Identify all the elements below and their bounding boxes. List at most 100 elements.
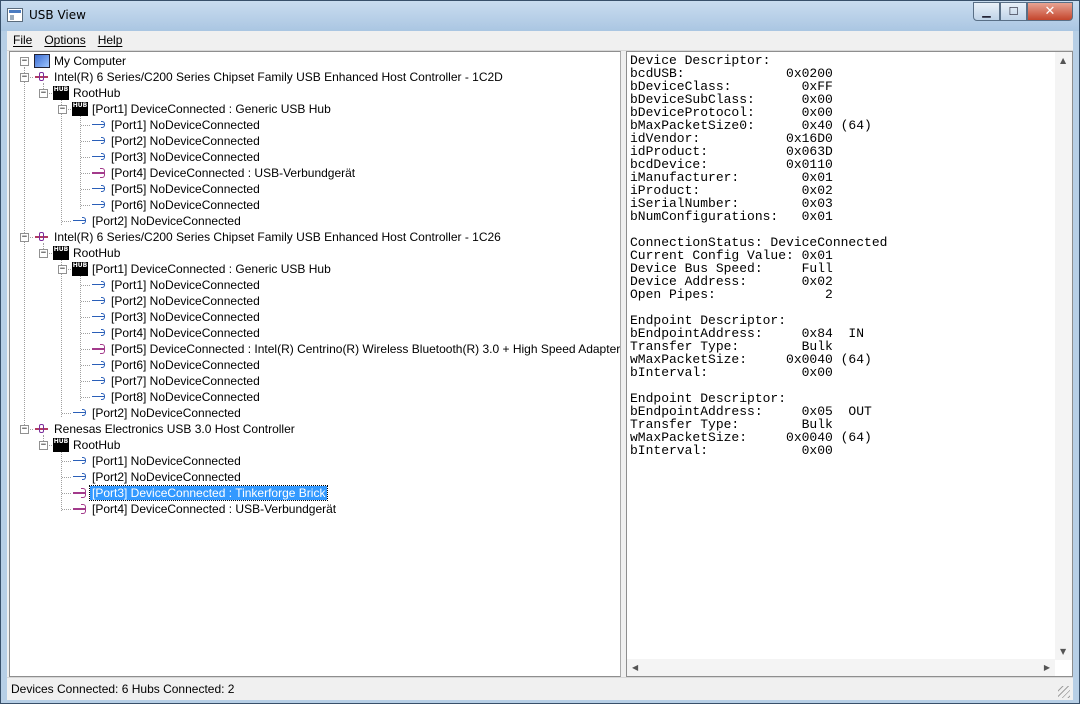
scroll-up-icon[interactable]: ▲ (1060, 56, 1066, 65)
tree-node[interactable]: [Port3] NoDeviceConnected (91, 309, 262, 325)
usb-device-icon (72, 502, 88, 516)
collapse-toggle[interactable]: − (58, 265, 67, 274)
tree-guide-line (81, 125, 90, 126)
collapse-toggle[interactable]: − (39, 89, 48, 98)
status-text: Devices Connected: 6 Hubs Connected: 2 (11, 682, 235, 696)
tree-node-label: [Port4] NoDeviceConnected (111, 326, 260, 340)
tree-node-label: [Port2] NoDeviceConnected (92, 470, 241, 484)
usb-port-icon (72, 470, 88, 484)
tree-node[interactable]: [Port5] DeviceConnected : Intel(R) Centr… (91, 341, 621, 357)
computer-icon (34, 54, 50, 68)
tree-guide-line (81, 349, 90, 350)
tree-node-label: [Port8] NoDeviceConnected (111, 390, 260, 404)
collapse-toggle[interactable]: − (20, 57, 29, 66)
scroll-down-icon[interactable]: ▼ (1060, 647, 1066, 656)
tree-node[interactable]: HUB [Port1] DeviceConnected : Generic USB… (72, 261, 333, 277)
collapse-toggle[interactable]: − (20, 73, 29, 82)
tree-node[interactable]: HUB RootHub (53, 437, 122, 453)
tree-node[interactable]: HUB RootHub (53, 245, 122, 261)
hub-icon: HUB (53, 86, 69, 100)
tree-node-label: [Port2] NoDeviceConnected (111, 134, 260, 148)
tree-node[interactable]: [Port6] NoDeviceConnected (91, 197, 262, 213)
hub-icon: HUB (72, 262, 88, 276)
tree-node-label: RootHub (73, 438, 121, 452)
tree-node[interactable]: [Port4] DeviceConnected : USB-Verbundger… (91, 165, 357, 181)
tree-node[interactable]: [Port8] NoDeviceConnected (91, 389, 262, 405)
maximize-button[interactable]: ☐ (1000, 2, 1027, 21)
app-icon (7, 8, 23, 22)
usb-port-icon (91, 134, 107, 148)
tree-node-label: [Port4] DeviceConnected : USB-Verbundger… (92, 502, 337, 516)
controller-icon (34, 230, 50, 244)
tree-node-label: [Port2] NoDeviceConnected (92, 406, 241, 420)
tree-node-label: [Port1] NoDeviceConnected (92, 454, 241, 468)
resize-grip-icon[interactable] (1058, 686, 1070, 698)
tree-node-label: [Port2] NoDeviceConnected (111, 294, 260, 308)
menu-options[interactable]: Options (38, 31, 91, 50)
collapse-toggle[interactable]: − (39, 441, 48, 450)
tree-node[interactable]: [Port7] NoDeviceConnected (91, 373, 262, 389)
tree-root-my-computer[interactable]: My Computer (34, 53, 128, 69)
maximize-icon: ☐ (1008, 5, 1019, 18)
menu-help[interactable]: Help (92, 31, 129, 50)
tree-guide-line (81, 173, 90, 174)
tree-guide-line (81, 317, 90, 318)
collapse-toggle[interactable]: − (58, 105, 67, 114)
tree-node[interactable]: [Port5] NoDeviceConnected (91, 181, 262, 197)
tree-guide-line (61, 99, 62, 225)
tree-guide-line (62, 509, 71, 510)
tree-node[interactable]: [Port2] NoDeviceConnected (72, 213, 243, 229)
close-button[interactable]: ✕ (1027, 2, 1073, 21)
tree-guide-line (62, 221, 71, 222)
tree-node[interactable]: HUB [Port1] DeviceConnected : Generic USB… (72, 101, 333, 117)
tree-node[interactable]: [Port4] NoDeviceConnected (91, 325, 262, 341)
scroll-right-icon[interactable]: ▶ (1044, 663, 1050, 672)
menu-file[interactable]: File (7, 31, 38, 50)
tree-node[interactable]: [Port2] NoDeviceConnected (91, 293, 262, 309)
tree-guide-line (81, 397, 90, 398)
title-bar[interactable]: USB View ▁ ☐ ✕ (1, 1, 1079, 31)
tree-node[interactable]: Renesas Electronics USB 3.0 Host Control… (34, 421, 297, 437)
usb-port-icon (91, 374, 107, 388)
tree-node[interactable]: Intel(R) 6 Series/C200 Series Chipset Fa… (34, 69, 505, 85)
hub-icon: HUB (53, 438, 69, 452)
tree-node[interactable]: [Port1] NoDeviceConnected (91, 117, 262, 133)
tree-node-label: [Port5] DeviceConnected : Intel(R) Centr… (111, 342, 621, 356)
usb-device-icon (91, 342, 107, 356)
tree-node-label: [Port6] NoDeviceConnected (111, 198, 260, 212)
tree-node[interactable]: [Port2] NoDeviceConnected (72, 405, 243, 421)
detail-pane[interactable]: Device Descriptor: bcdUSB: 0x0200 bDevic… (626, 51, 1073, 677)
horizontal-scrollbar[interactable]: ◀ ▶ (627, 659, 1055, 676)
usb-port-icon (91, 150, 107, 164)
minimize-icon: ▁ (982, 5, 991, 18)
tree-node-label: [Port3] NoDeviceConnected (111, 150, 260, 164)
tree-node[interactable]: [Port2] NoDeviceConnected (91, 133, 262, 149)
tree-node-label: Renesas Electronics USB 3.0 Host Control… (54, 422, 295, 436)
tree-node[interactable]: [Port3] NoDeviceConnected (91, 149, 262, 165)
tree-node[interactable]: [Port2] NoDeviceConnected (72, 469, 243, 485)
status-bar: Devices Connected: 6 Hubs Connected: 2 (7, 677, 1073, 700)
usb-port-icon (91, 390, 107, 404)
minimize-button[interactable]: ▁ (973, 2, 1000, 21)
usb-port-icon (72, 214, 88, 228)
collapse-toggle[interactable]: − (20, 425, 29, 434)
scroll-left-icon[interactable]: ◀ (632, 663, 638, 672)
tree-node[interactable]: [Port1] NoDeviceConnected (72, 453, 243, 469)
usb-port-icon (91, 198, 107, 212)
tree-node[interactable]: [Port3] DeviceConnected : Tinkerforge Br… (72, 485, 329, 501)
tree-guide-line (80, 275, 81, 401)
tree-node[interactable]: [Port4] DeviceConnected : USB-Verbundger… (72, 501, 338, 517)
tree-guide-line (62, 413, 71, 414)
tree-node-label: [Port3] NoDeviceConnected (111, 310, 260, 324)
usb-port-icon (91, 358, 107, 372)
vertical-scrollbar[interactable]: ▲ ▼ (1055, 52, 1072, 660)
collapse-toggle[interactable]: − (20, 233, 29, 242)
tree-node[interactable]: HUB RootHub (53, 85, 122, 101)
tree-node[interactable]: [Port6] NoDeviceConnected (91, 357, 262, 373)
tree-node[interactable]: Intel(R) 6 Series/C200 Series Chipset Fa… (34, 229, 503, 245)
tree-node-label: Intel(R) 6 Series/C200 Series Chipset Fa… (54, 70, 503, 84)
tree-node-label: Intel(R) 6 Series/C200 Series Chipset Fa… (54, 230, 501, 244)
device-tree[interactable]: − My Computer − Intel(R) 6 Series/C200 Se… (9, 51, 621, 677)
collapse-toggle[interactable]: − (39, 249, 48, 258)
tree-node[interactable]: [Port1] NoDeviceConnected (91, 277, 262, 293)
